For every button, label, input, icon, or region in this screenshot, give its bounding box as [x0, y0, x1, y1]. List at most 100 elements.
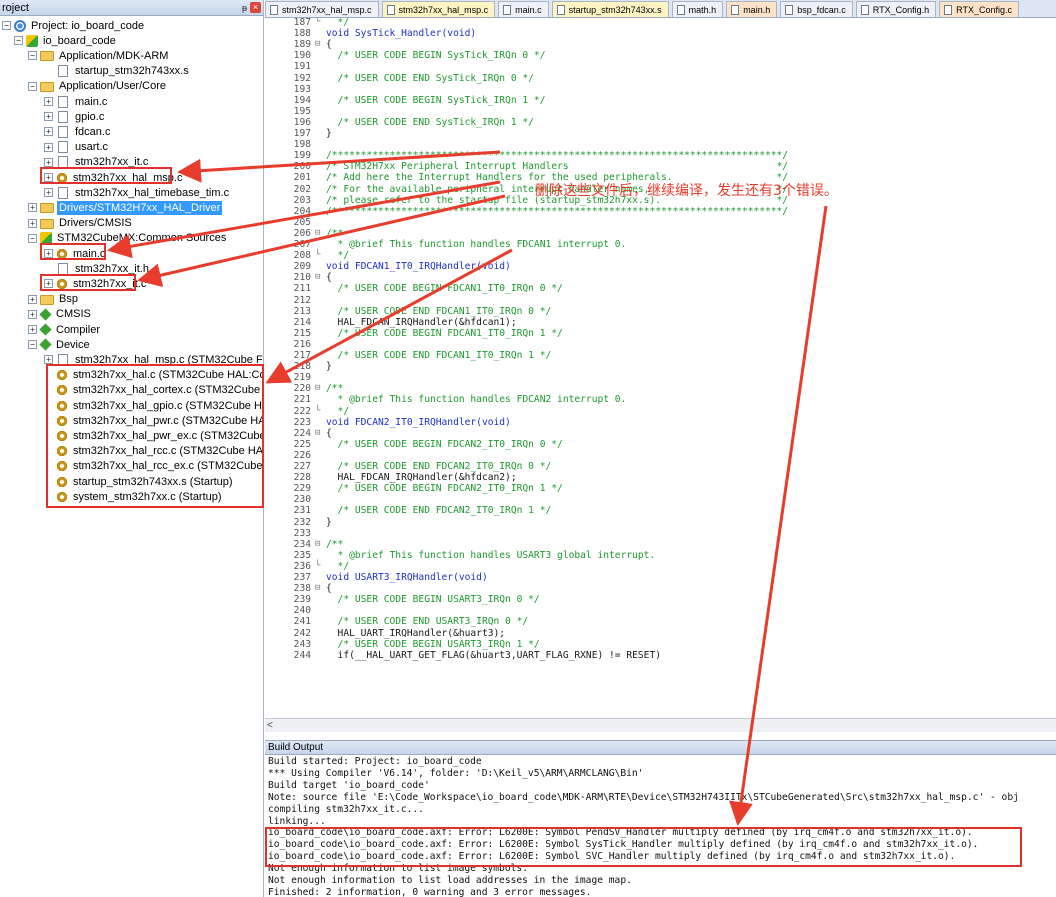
tree-item[interactable]: + usart.c	[0, 140, 110, 155]
line-number: 235	[293, 549, 311, 561]
scroll-left-icon[interactable]: <	[267, 720, 273, 731]
fold-marker-icon[interactable]: └	[315, 406, 325, 417]
code-line: 211 /* USER CODE BEGIN FDCAN1_IT0_IRQn 0…	[265, 283, 1056, 294]
fold-marker-icon[interactable]: └	[315, 18, 325, 28]
tree-item[interactable]: + fdcan.c	[0, 124, 112, 139]
file-icon	[58, 95, 68, 108]
collapse-icon[interactable]: −	[28, 51, 37, 61]
code-text: void USART3_IRQHandler(void)	[326, 572, 488, 583]
fold-marker-icon[interactable]: ⊟	[315, 539, 325, 550]
build-output-line: Note: source file 'E:\Code_Workspace\io_…	[268, 791, 1019, 803]
code-line: 220 ⊟/**	[265, 383, 1056, 394]
code-line: 195	[265, 106, 1056, 117]
tree-item[interactable]: + Compiler	[0, 322, 102, 337]
code-line: 234 ⊟/**	[265, 539, 1056, 550]
tree-item[interactable]: + CMSIS	[0, 307, 93, 322]
editor-tab[interactable]: main.h	[726, 1, 778, 17]
tree-item[interactable]: − Project: io_board_code	[0, 18, 146, 33]
tree-item[interactable]: + gpio.c	[0, 109, 106, 124]
fold-marker-icon[interactable]: ⊟	[315, 383, 325, 394]
expand-icon[interactable]: +	[28, 294, 37, 304]
fold-marker-icon[interactable]: ⊟	[315, 39, 325, 50]
editor-tab[interactable]: RTX_Config.c	[939, 1, 1019, 17]
code-line: 204 /************************************…	[265, 206, 1056, 217]
tree-item[interactable]: − Application/MDK-ARM	[0, 48, 170, 63]
tree-item[interactable]: + Bsp	[0, 292, 80, 307]
expand-icon[interactable]: +	[44, 127, 53, 137]
code-line: 207 * @brief This function handles FDCAN…	[265, 239, 1056, 250]
code-line: 215 /* USER CODE BEGIN FDCAN1_IT0_IRQn 1…	[265, 328, 1056, 339]
build-output-line: Not enough information to list load addr…	[268, 875, 632, 886]
collapse-icon[interactable]: −	[28, 233, 37, 243]
fold-marker-icon[interactable]: ⊟	[315, 428, 325, 439]
expand-icon[interactable]: +	[28, 309, 37, 319]
editor-tab[interactable]: bsp_fdcan.c	[780, 1, 853, 17]
editor-tab-label: RTX_Config.h	[872, 4, 930, 15]
tree-item[interactable]: + Drivers/STM32H7xx_HAL_Driver	[0, 200, 223, 215]
code-text: /* USER CODE BEGIN SysTick_IRQn 0 */	[326, 50, 546, 62]
tree-item[interactable]: + stm32h7xx_hal_timebase_tim.c	[0, 185, 231, 200]
horizontal-scrollbar[interactable]: <	[265, 718, 1056, 732]
pin-icon[interactable]: ᵽ	[242, 3, 247, 13]
fold-marker-icon[interactable]: └	[315, 561, 325, 572]
code-text: /* USER CODE END FDCAN1_IT0_IRQn 1 */	[326, 350, 552, 361]
tree-item[interactable]: startup_stm32h743xx.s	[0, 64, 191, 79]
code-text: /* USER CODE BEGIN FDCAN2_IT0_IRQn 1 */	[326, 483, 563, 495]
file-icon	[58, 125, 68, 138]
editor-tab-label: math.h	[688, 4, 717, 15]
tree-item[interactable]: − Application/User/Core	[0, 79, 168, 94]
code-line: 216	[265, 339, 1056, 350]
code-text: */	[326, 560, 350, 572]
code-text: void SysTick_Handler(void)	[326, 28, 477, 40]
fold-marker-icon[interactable]: ⊟	[315, 583, 325, 594]
fold-marker-icon[interactable]: ⊟	[315, 272, 325, 283]
file-icon	[386, 4, 395, 15]
collapse-icon[interactable]: −	[28, 340, 37, 350]
line-number: 215	[293, 327, 311, 339]
expand-icon[interactable]: +	[44, 157, 53, 167]
expand-icon[interactable]: +	[28, 203, 37, 213]
expand-icon[interactable]: +	[44, 112, 53, 122]
collapse-icon[interactable]: −	[2, 21, 11, 30]
code-text: HAL_UART_IRQHandler(&huart3);	[326, 627, 506, 639]
code-line: 188 void SysTick_Handler(void)	[265, 28, 1056, 39]
expand-icon[interactable]: +	[44, 97, 53, 106]
editor-tab-label: main.c	[515, 4, 542, 15]
tree-item[interactable]: − STM32CubeMX:Common Sources	[0, 231, 228, 246]
tree-item-label: Project: io_board_code	[31, 19, 145, 32]
editor-tab[interactable]: stm32h7xx_hal_msp.c	[265, 1, 379, 17]
line-number: 209	[293, 261, 311, 273]
line-number: 189	[293, 39, 311, 51]
expand-icon[interactable]: +	[28, 325, 37, 334]
expand-icon[interactable]: +	[44, 142, 53, 152]
collapse-icon[interactable]: −	[28, 81, 37, 91]
build-output-line: *** Using Compiler 'V6.14', folder: 'D:\…	[268, 767, 644, 779]
code-text: * @brief This function handles FDCAN2 in…	[326, 394, 627, 406]
code-text: if(__HAL_UART_GET_FLAG(&huart3,UART_FLAG…	[326, 649, 662, 661]
editor-tab[interactable]: math.h	[671, 1, 724, 17]
editor-tab[interactable]: startup_stm32h743xx.s	[551, 1, 669, 17]
expand-icon[interactable]: +	[44, 188, 53, 198]
tree-item[interactable]: + Drivers/CMSIS	[0, 216, 134, 231]
line-number: 240	[293, 605, 311, 617]
tree-item[interactable]: + main.c	[0, 94, 109, 109]
editor-tab[interactable]: RTX_Config.h	[855, 1, 937, 17]
file-icon	[785, 4, 794, 15]
tree-item[interactable]: − Device	[0, 337, 92, 352]
editor-tab[interactable]: main.c	[498, 1, 549, 17]
editor-tab-label: startup_stm32h743xx.s	[568, 4, 662, 15]
code-text: /* USER CODE BEGIN USART3_IRQn 0 */	[326, 594, 540, 606]
code-editor[interactable]: 187 └ */ 188 void SysTick_Handler(void) 189 ⊟…	[265, 18, 1056, 718]
close-icon[interactable]: ×	[250, 2, 261, 13]
expand-icon[interactable]: +	[28, 218, 37, 228]
tree-item[interactable]: − io_board_code	[0, 33, 118, 48]
build-output-panel[interactable]: Build started: Project: io_board_code ***…	[265, 755, 1056, 897]
editor-tab[interactable]: stm32h7xx_hal_msp.c	[381, 1, 496, 17]
collapse-icon[interactable]: −	[14, 36, 23, 46]
line-number: 206	[293, 227, 311, 239]
code-line: 196 /* USER CODE END SysTick_IRQn 1 */	[265, 117, 1056, 128]
fold-marker-icon[interactable]: └	[315, 250, 325, 261]
fold-marker-icon[interactable]: ⊟	[315, 228, 325, 239]
build-output-line: Build target 'io_board_code'	[268, 779, 430, 791]
line-number: 237	[293, 572, 311, 583]
